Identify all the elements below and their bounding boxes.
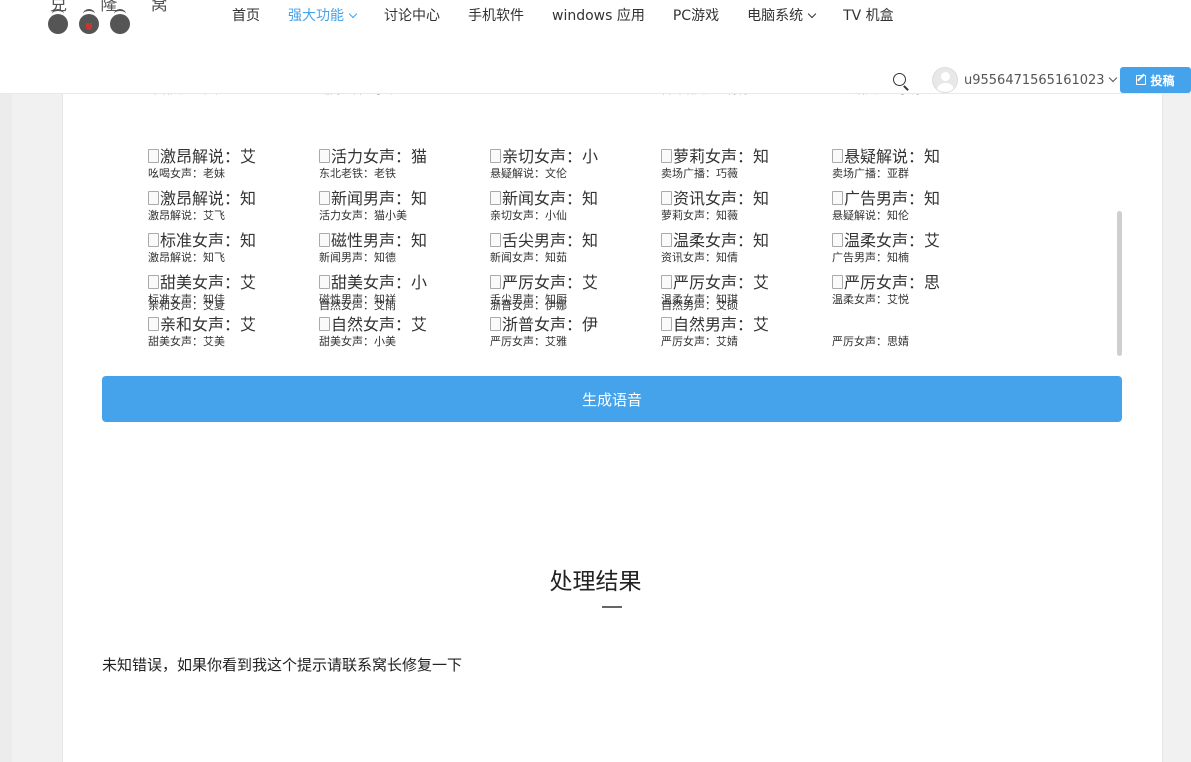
voice-option[interactable]: 卖场广播：亚群广告男声：知 <box>832 167 968 209</box>
nav-item-label: 手机软件 <box>468 8 524 24</box>
nav-item[interactable]: windows 应用 <box>538 0 659 32</box>
voice-label: 激昂解说：艾飞 <box>148 209 225 222</box>
voice-image-alt: 温柔女声：知 <box>661 232 779 250</box>
voice-option[interactable]: 新闻男声：知德甜美女声：小 <box>319 251 490 293</box>
voice-option[interactable]: 萝莉女声：知薇温柔女声：知 <box>661 209 832 251</box>
voice-label: 东北老铁：老铁 <box>319 167 396 180</box>
nav-item-label: TV 机盒 <box>843 8 894 24</box>
voice-image-alt: 资讯女声：知 <box>661 190 779 208</box>
voice-option[interactable]: 资讯女声：知倩严厉女声：艾 <box>661 251 832 293</box>
voice-label: 萝莉女声：知薇 <box>661 209 738 222</box>
voice-image-alt: 甜美女声：艾 <box>148 274 266 292</box>
nav-item-label: PC游戏 <box>672 8 720 24</box>
voice-label: 新闻女声：知茹 <box>490 251 567 264</box>
voice-label <box>832 298 1003 340</box>
voice-option[interactable]: 悬疑解说：知 <box>832 125 968 167</box>
voice-label: 悬疑解说：文伦 <box>490 167 567 180</box>
voice-image-alt: 广告男声：知 <box>832 190 950 208</box>
nav-item-label: 讨论中心 <box>384 8 440 24</box>
voice-label: 浙普女声：伊娜 <box>490 299 567 312</box>
voice-label: 自然男声：艾硕 <box>661 299 738 312</box>
voice-image-alt: 萝莉女声：知 <box>661 148 779 166</box>
voice-option[interactable]: 吆喝女声：老妹激昂解说：知 <box>148 167 319 209</box>
edit-icon <box>1136 75 1147 85</box>
voice-option[interactable]: 激昂解说：艾飞标准女声：知 <box>148 209 319 251</box>
result-title: 处理结果 <box>549 569 642 595</box>
nav-item[interactable]: PC游戏 <box>659 0 733 32</box>
chevron-down-icon <box>807 9 817 19</box>
voice-image-alt: 磁性男声：知 <box>319 232 437 250</box>
voice-label: 广告男声：知楠 <box>832 251 909 264</box>
voice-option[interactable]: 新闻女声：知茹严厉女声：艾 <box>490 251 661 293</box>
voice-label: 悬疑解说：知伦 <box>832 209 909 222</box>
voice-label: 自然女声：艾雨 <box>319 299 396 312</box>
voice-bottom-labels: 亲和女声：艾夏 自然女声：艾雨 浙普女声：伊娜 自然男声：艾硕 <box>148 298 1003 340</box>
post-button-label: 投稿 <box>1150 73 1175 88</box>
voice-option[interactable]: 激昂解说：知飞甜美女声：艾 <box>148 251 319 293</box>
voice-image-alt: 舌尖男声：知 <box>490 232 608 250</box>
voice-option[interactable]: 活力女声：猫小美磁性男声：知 <box>319 209 490 251</box>
voice-option[interactable]: 亲切女声：小仙舌尖男声：知 <box>490 209 661 251</box>
nav-item-label: 强大功能 <box>288 8 344 24</box>
voice-option[interactable]: 悬疑解说：知伦温柔女声：艾 <box>832 209 968 251</box>
voice-option[interactable]: 卖场广播：巧薇资讯女声：知 <box>661 167 832 209</box>
nav-item-label: windows 应用 <box>552 8 645 24</box>
voice-option[interactable]: 亲切女声：小 <box>490 125 661 167</box>
site-logo[interactable]: 兑 隆 窝 <box>46 0 168 38</box>
voice-option[interactable]: 萝莉女声：知 <box>661 125 832 167</box>
nav-item[interactable]: 讨论中心 <box>370 0 454 32</box>
voice-label: 卖场广播：亚群 <box>832 167 909 180</box>
voice-label: 亲和女声：艾夏 <box>148 299 225 312</box>
voice-image-alt: 严厉女声：艾 <box>490 274 608 292</box>
voice-image-alt: 新闻男声：知 <box>319 190 437 208</box>
voice-list-scrollbar[interactable] <box>1117 211 1122 356</box>
voice-image-alt: 严厉女声：艾 <box>661 274 779 292</box>
voice-option[interactable]: 悬疑解说：文伦新闻女声：知 <box>490 167 661 209</box>
nav-item[interactable]: 手机软件 <box>454 0 538 32</box>
voice-option[interactable]: 激昂解说：艾 <box>148 125 319 167</box>
user-menu[interactable]: u9556471565161023 <box>932 67 1117 93</box>
logo-face-icon <box>110 9 130 34</box>
post-button[interactable]: 投稿 <box>1120 67 1191 93</box>
chevron-down-icon <box>348 9 358 19</box>
voice-label: 激昂解说：知飞 <box>148 251 225 264</box>
page-gutter <box>0 94 12 762</box>
nav-item[interactable]: 首页 <box>218 0 274 32</box>
avatar <box>932 67 958 93</box>
voice-image-alt: 亲切女声：小 <box>490 148 608 166</box>
voice-image-alt: 甜美女声：小 <box>319 274 437 292</box>
search-icon[interactable] <box>892 72 910 91</box>
voice-image-alt: 活力女声：猫 <box>319 148 437 166</box>
voice-label: 吆喝女声：老妹 <box>148 167 225 180</box>
nav-item-label: 电脑系统 <box>747 8 804 24</box>
main-nav: 首页 强大功能 讨论中心 手机软件 windows 应用 PC游戏 电脑系统 TV 机盒 <box>218 0 908 32</box>
voice-label: 卖场广播：巧薇 <box>661 167 738 180</box>
voice-option[interactable]: 活力女声：猫 <box>319 125 490 167</box>
nav-item[interactable]: TV 机盒 <box>829 0 908 32</box>
voice-label: 新闻男声：知德 <box>319 251 396 264</box>
voice-option[interactable]: 广告男声：知楠严厉女声：思 <box>832 251 968 293</box>
voice-label: 资讯女声：知倩 <box>661 251 738 264</box>
voice-image-alt: 标准女声：知 <box>148 232 266 250</box>
result-message: 未知错误，如果你看到我这个提示请联系窝长修复一下 <box>102 656 463 674</box>
voice-image-alt: 新闻女声：知 <box>490 190 608 208</box>
voice-image-alt: 温柔女声：艾 <box>832 232 950 250</box>
chevron-down-icon <box>1108 73 1117 83</box>
site-header: 兑 隆 窝 首页 强大功能 讨论中心 手机软件 windows 应用 PC游戏 电脑系统 TV… <box>0 0 1191 94</box>
voice-option[interactable]: 东北老铁：老铁新闻男声：知 <box>319 167 490 209</box>
voice-label: 活力女声：猫小美 <box>319 209 407 222</box>
voice-image-alt: 悬疑解说：知 <box>832 148 950 166</box>
nav-item[interactable]: 强大功能 <box>274 0 370 32</box>
voice-image-alt: 严厉女声：思 <box>832 274 950 292</box>
voice-image-alt: 激昂解说：知 <box>148 190 266 208</box>
nav-item-label: 首页 <box>232 8 260 24</box>
voice-label: 亲切女声：小仙 <box>490 209 567 222</box>
nav-item[interactable]: 电脑系统 <box>733 0 829 32</box>
logo-face-icon <box>48 9 68 34</box>
voice-image-alt: 激昂解说：艾 <box>148 148 266 166</box>
result-title-divider <box>602 606 622 608</box>
generate-voice-button[interactable]: 生成语音 <box>102 376 1122 422</box>
username: u9556471565161023 <box>964 72 1105 88</box>
logo-face-icon <box>79 9 99 34</box>
